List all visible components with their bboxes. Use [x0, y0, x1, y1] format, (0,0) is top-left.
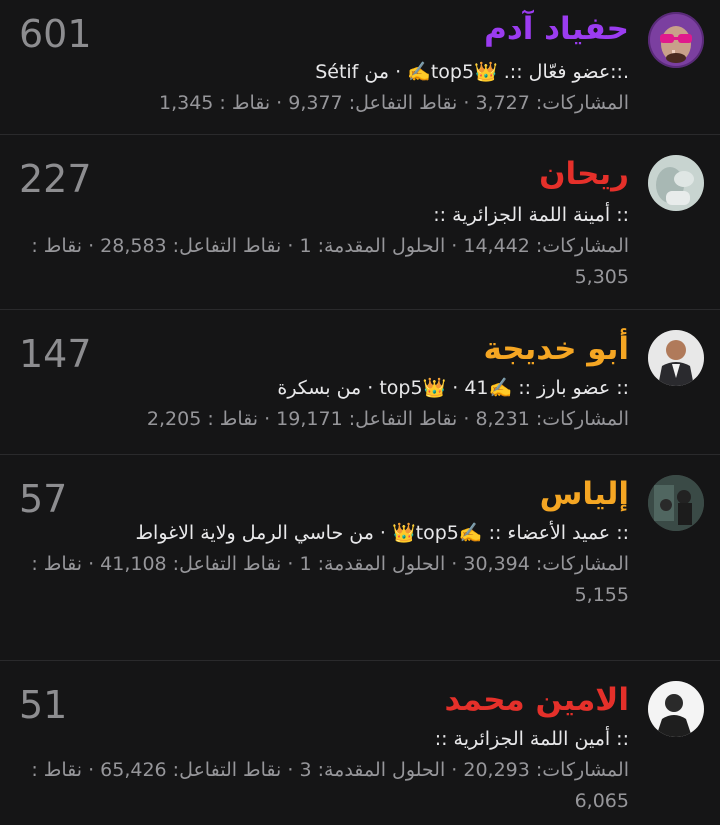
user-info: الامين محمد :: أمين اللمة الجزائرية :: ا…: [16, 681, 629, 817]
user-title: :: أمين اللمة الجزائرية ::: [434, 728, 629, 750]
user-avatar[interactable]: [648, 330, 704, 386]
leaderboard-row[interactable]: 147 أبو خديجة :: عضو بارز :: ✍️top5👑 · 4…: [0, 310, 720, 455]
user-title: :: عميد الأعضاء :: ✍️top5👑 · من حاسي الر…: [135, 522, 629, 544]
user-avatar[interactable]: [648, 155, 704, 211]
leaderboard-row[interactable]: 51 الامين محمد :: أمين اللمة الجزائرية :…: [0, 661, 720, 825]
username-link[interactable]: الامين محمد: [16, 681, 629, 719]
user-title: :: عضو بارز :: ✍️top5👑 · 41 · من بسكرة: [277, 377, 629, 399]
user-info: حفياد آدم .::عضو فعّال ::. 👑top5✍️ · من …: [16, 10, 629, 119]
user-stats: المشاركات: 14,442 · الحلول المقدمة: 1 · …: [31, 235, 629, 288]
user-info: أبو خديجة :: عضو بارز :: ✍️top5👑 · 41 · …: [16, 330, 629, 435]
username-link[interactable]: أبو خديجة: [16, 330, 629, 368]
leaderboard-row[interactable]: 601 حفياد آدم .::عضو فعّال ::. 👑top5✍️ ·…: [0, 0, 720, 135]
user-title: .::عضو فعّال ::. 👑top5✍️ · من Sétif: [315, 61, 629, 83]
user-info: إلياس :: عميد الأعضاء :: ✍️top5👑 · من حا…: [16, 475, 629, 611]
user-avatar[interactable]: [648, 681, 704, 737]
user-avatar[interactable]: [648, 475, 704, 531]
leaderboard-row[interactable]: 227 ريحان :: أمينة اللمة الجزائرية :: ال…: [0, 135, 720, 310]
leaderboard-list: 601 حفياد آدم .::عضو فعّال ::. 👑top5✍️ ·…: [0, 0, 720, 825]
user-title: :: أمينة اللمة الجزائرية ::: [433, 204, 629, 226]
username-link[interactable]: إلياس: [16, 475, 629, 513]
user-stats: المشاركات: 8,231 · نقاط التفاعل: 19,171 …: [146, 408, 629, 430]
username-link[interactable]: حفياد آدم: [16, 10, 629, 48]
user-info: ريحان :: أمينة اللمة الجزائرية :: المشار…: [16, 155, 629, 293]
username-link[interactable]: ريحان: [16, 155, 629, 193]
user-stats: المشاركات: 3,727 · نقاط التفاعل: 9,377 ·…: [158, 92, 629, 114]
user-stats: المشاركات: 20,293 · الحلول المقدمة: 3 · …: [31, 759, 629, 812]
leaderboard-row[interactable]: 57 إلياس :: عميد الأعضاء :: ✍️top5👑 · من…: [0, 455, 720, 661]
user-stats: المشاركات: 30,394 · الحلول المقدمة: 1 · …: [31, 553, 629, 606]
user-avatar[interactable]: [648, 12, 704, 68]
